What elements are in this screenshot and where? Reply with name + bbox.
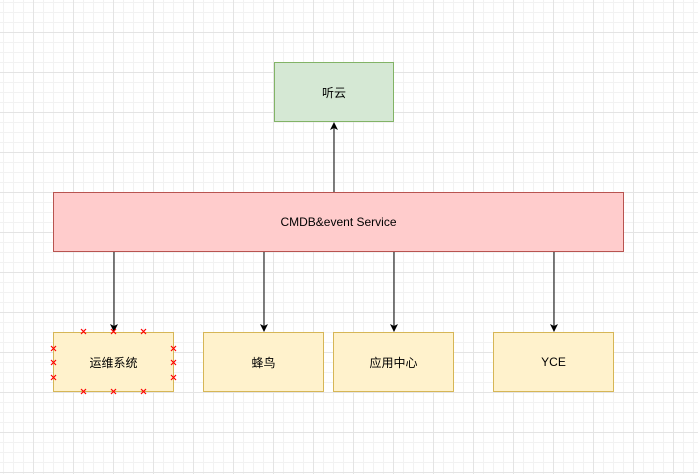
selection-handle[interactable] [170,359,177,366]
node-ops-system[interactable]: 运维系统 [53,332,174,392]
node-ops-system-label: 运维系统 [89,355,138,370]
selection-handle[interactable] [110,388,117,395]
selection-handle[interactable] [80,328,87,335]
diagram-canvas[interactable]: 听云 CMDB&event Service 运维系统 蜂鸟 应用中心 YCE [0,0,698,474]
node-fengniao[interactable]: 蜂鸟 [203,332,324,392]
node-tingyun-label: 听云 [321,85,346,100]
selection-handle[interactable] [50,359,57,366]
node-app-center[interactable]: 应用中心 [333,332,454,392]
selection-handle[interactable] [140,328,147,335]
node-yce[interactable]: YCE [493,332,614,392]
selection-handle[interactable] [80,388,87,395]
selection-handle[interactable] [50,345,57,352]
node-cmdb-event-service[interactable]: CMDB&event Service [53,192,624,252]
node-cmdb-event-service-label: CMDB&event Service [280,215,397,229]
selection-handle[interactable] [50,374,57,381]
selection-handle[interactable] [170,345,177,352]
selection-handle[interactable] [170,374,177,381]
node-app-center-label: 应用中心 [369,355,418,370]
node-yce-label: YCE [541,355,566,369]
node-fengniao-label: 蜂鸟 [251,355,276,370]
selection-handle[interactable] [140,388,147,395]
node-tingyun[interactable]: 听云 [274,62,394,122]
selection-handle[interactable] [110,328,117,335]
